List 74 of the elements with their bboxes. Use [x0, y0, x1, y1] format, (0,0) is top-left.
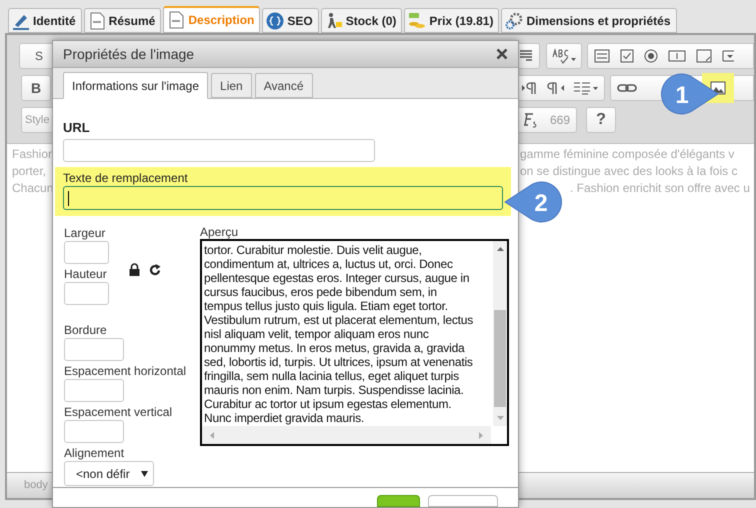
dialog-tab[interactable]: Informations sur l'image — [63, 72, 208, 99]
preview-text-line: pellentesque egestas eros. Integer cursus, augue in — [204, 271, 470, 285]
align-dropdown-icon[interactable] — [573, 81, 599, 95]
border-field[interactable] — [64, 338, 124, 361]
link-icon[interactable] — [617, 82, 637, 94]
tab[interactable]: Identité — [8, 8, 82, 33]
alt-text-field[interactable] — [63, 186, 503, 210]
preview-text-line: Vestibulum rutrum, est ut placerat elementum, lectus — [204, 313, 474, 327]
editor-text-line: . Fashion enrichit son offre avec u — [570, 180, 750, 197]
preview-text-line: tempus tellus justo quis ligula. Etiam eget tortor. — [204, 299, 449, 313]
width-label: Largeur — [64, 225, 106, 241]
url-label: URL — [63, 120, 91, 136]
editor-text-line: gamme féminine composée d'élégants v — [520, 146, 734, 163]
spellcheck-icon — [551, 48, 577, 64]
tab[interactable]: Dimensions et propriétés — [501, 8, 676, 33]
alignment-dropdown[interactable]: <non défir — [64, 461, 154, 486]
callout-badge: 2 — [503, 180, 563, 224]
preview-text-line: mauris non enim. Nam turpis. Suspendisse lacinia. — [204, 383, 465, 397]
hspace-field[interactable] — [64, 379, 124, 402]
textarea-icon[interactable] — [696, 49, 712, 63]
text-cursor — [68, 190, 69, 206]
height-field[interactable] — [64, 282, 109, 305]
editor-text-line: Chacun — [12, 180, 54, 197]
tab[interactable]: Résumé — [84, 8, 162, 33]
tab[interactable]: SEO — [262, 8, 319, 33]
preview-text-line: fringilla, sem nulla lacinia tellus, eget aliquet turpis — [204, 369, 460, 383]
height-label: Hauteur — [64, 266, 108, 282]
preview-text-line: tortor. Curabitur molestie. Duis velit augue, — [204, 243, 423, 257]
lock-icon[interactable] — [129, 263, 140, 276]
alignment-label: Alignement — [64, 445, 126, 461]
coins-icon — [408, 12, 426, 30]
tab[interactable]: Prix (19.81) — [404, 8, 500, 33]
hspace-label: Espacement horizontal — [64, 363, 188, 379]
text-field-icon[interactable] — [668, 49, 686, 63]
document-icon — [167, 11, 186, 29]
preview-text-line: Nunc imperdiet gravida mauris. — [204, 411, 366, 425]
vspace-label: Espacement vertical — [64, 404, 174, 420]
braces-icon — [266, 12, 284, 30]
preview-text-line: condimentum at, ultrices a, luctus ut, orci. Donec — [204, 257, 454, 271]
select-icon[interactable] — [722, 49, 734, 63]
form-icon[interactable] — [594, 49, 610, 63]
callout-badge: 1 — [660, 72, 720, 116]
width-field[interactable] — [64, 241, 109, 264]
preview-text-line: Curabitur ac tortor ut ipsum egestas elementum. — [204, 397, 452, 411]
character-count: 669 — [550, 112, 570, 129]
close-icon[interactable] — [496, 48, 508, 60]
dialog-tab[interactable]: Lien — [211, 73, 252, 98]
list-icon — [519, 49, 533, 63]
alt-text-label: Texte de remplacement — [63, 171, 189, 186]
image-icon — [710, 81, 726, 95]
dialog-title: Propriétés de l'image — [63, 44, 194, 64]
radio-icon[interactable] — [644, 49, 658, 63]
editor-text-line: on se distingue avec des looks à la fois c — [520, 163, 738, 180]
tab[interactable]: Stock (0) — [320, 8, 402, 33]
vspace-field[interactable] — [64, 420, 124, 443]
rtl-icon[interactable] — [547, 81, 565, 95]
url-field[interactable] — [63, 138, 375, 162]
vertical-scrollbar[interactable] — [493, 241, 507, 426]
preview-text-line: nisl aliquam velit, tempor aliquam eros nunc — [204, 327, 430, 341]
bold-button[interactable]: B — [21, 75, 51, 101]
preview-text-line: cursus faucibus, eros pede bibendum sem, in — [204, 285, 438, 299]
help-button[interactable]: ? — [586, 107, 616, 133]
dialog-tab[interactable]: Avancé — [254, 73, 313, 98]
reset-icon[interactable] — [149, 264, 161, 276]
gears-icon — [505, 12, 524, 30]
document-icon — [88, 12, 106, 30]
border-label: Bordure — [64, 322, 108, 338]
preview-label: Aperçu — [200, 225, 240, 239]
checkbox-icon[interactable] — [620, 49, 634, 63]
spellcheck-button[interactable] — [546, 43, 582, 69]
preview-text-line: nonummy metus. In eros metus, gravida a, gravida — [204, 341, 466, 355]
editor-text-line: porter, — [12, 163, 46, 180]
preview-text-line: sed, lobortis id, turpis. Ut ultrices, ipsum at venenatis — [204, 355, 474, 369]
scroll-up-icon[interactable] — [496, 247, 504, 251]
